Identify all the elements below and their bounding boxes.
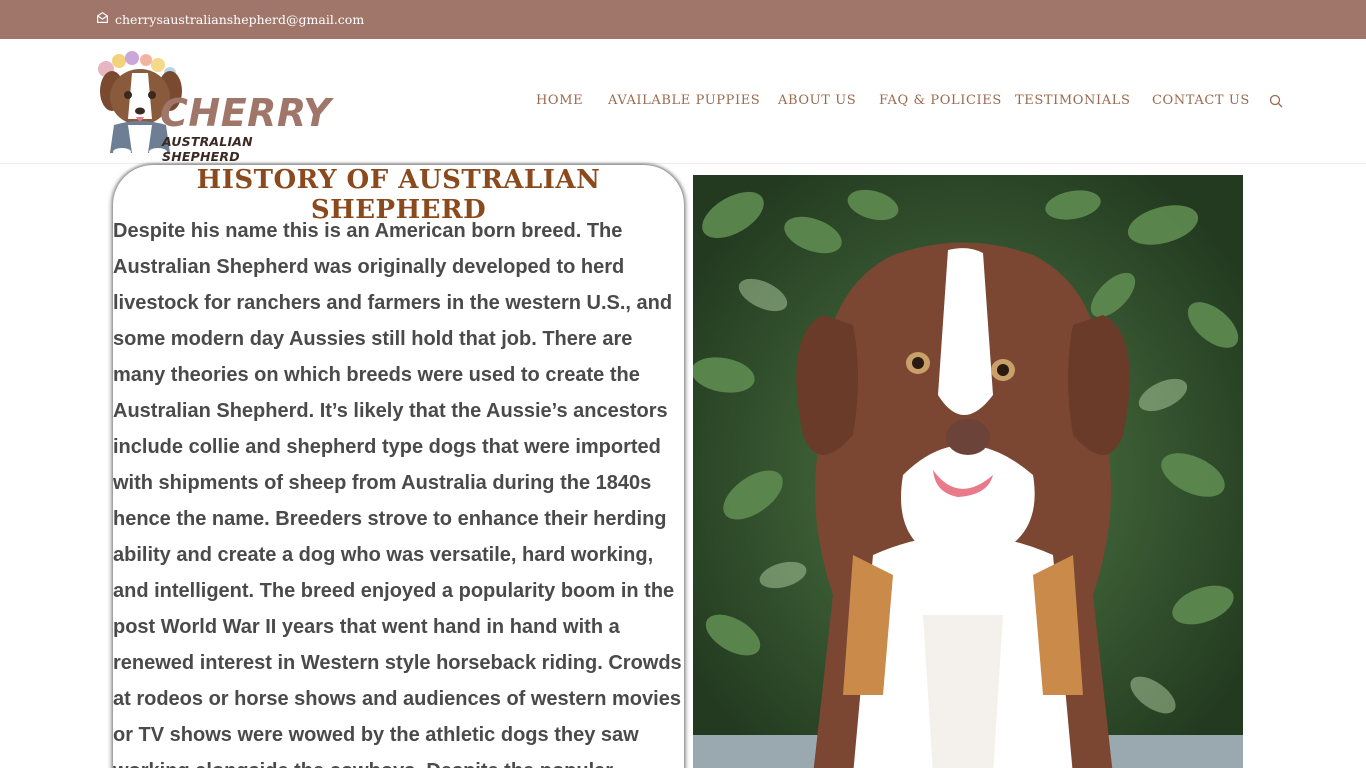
- history-card: HISTORY OF AUSTRALIAN SHEPHERD Despite h…: [113, 165, 684, 768]
- nav-available-puppies[interactable]: AVAILABLE PUPPIES: [608, 93, 760, 108]
- envelope-icon: [96, 11, 109, 27]
- top-bar: cherrysaustralianshepherd@gmail.com: [0, 0, 1366, 39]
- nav-home[interactable]: HOME: [536, 93, 583, 108]
- site-header: CHERRY AUSTRALIAN SHEPHERD HOME AVAILABL…: [0, 39, 1366, 164]
- puppy-image: [693, 175, 1243, 768]
- history-body: Despite his name this is an American bor…: [113, 220, 682, 768]
- logo-subtitle: AUSTRALIAN SHEPHERD: [162, 134, 253, 164]
- site-logo[interactable]: CHERRY AUSTRALIAN SHEPHERD: [92, 49, 332, 164]
- email-text[interactable]: cherrysaustralianshepherd@gmail.com: [115, 12, 364, 27]
- logo-brand-text: CHERRY: [160, 91, 332, 135]
- nav-contact-us[interactable]: CONTACT US: [1152, 93, 1250, 108]
- nav-faq-policies[interactable]: FAQ & POLICIES: [879, 93, 1002, 108]
- nav-about-us[interactable]: ABOUT US: [778, 93, 856, 108]
- nav-testimonials[interactable]: TESTIMONIALS: [1015, 93, 1130, 108]
- puppy-photo: [693, 175, 1243, 768]
- email-link[interactable]: cherrysaustralianshepherd@gmail.com: [96, 11, 364, 27]
- search-icon[interactable]: [1269, 94, 1283, 113]
